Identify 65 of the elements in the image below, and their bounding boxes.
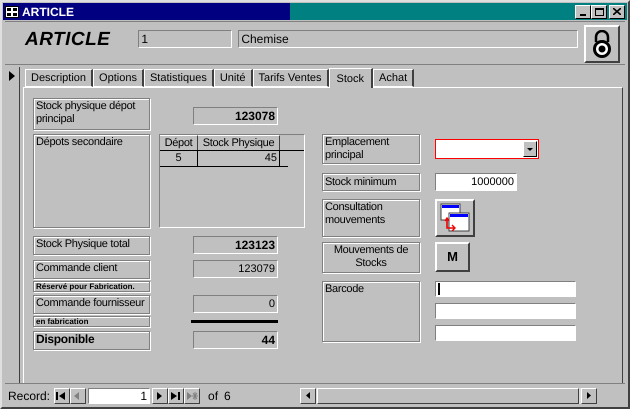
minimize-icon (580, 14, 586, 16)
form-heading: ARTICLE (25, 30, 110, 49)
stock-movements-button[interactable]: M (435, 242, 470, 272)
code-field[interactable]: 1 (138, 30, 232, 48)
name-field[interactable]: Chemise (238, 30, 578, 48)
current-record-icon (9, 71, 15, 81)
record-label: Record: (8, 388, 50, 404)
minimize-button[interactable] (575, 4, 591, 18)
last-record-icon (170, 390, 182, 400)
field-label: Commande fournisseur (33, 295, 150, 314)
value-field: 44 (193, 331, 278, 349)
first-record-button[interactable] (54, 388, 70, 404)
column-header: Dépot (160, 135, 198, 150)
close-icon (613, 8, 621, 15)
field-label: Dépots secondaire (33, 134, 150, 228)
window-title: ARTICLE (22, 6, 74, 18)
scroll-right-icon (586, 392, 591, 399)
value-field: 123079 (193, 260, 278, 278)
barcode-field[interactable] (435, 281, 576, 297)
barcode-field[interactable] (435, 325, 576, 341)
horizontal-scrollbar[interactable] (300, 388, 597, 404)
tab[interactable]: Statistiques (144, 69, 214, 87)
text-cursor (438, 283, 440, 295)
tab[interactable]: Achat (373, 69, 414, 87)
close-button[interactable] (609, 4, 625, 18)
table-cell: 45 (198, 151, 280, 166)
maximize-icon (594, 8, 604, 16)
table-cell: 5 (160, 151, 198, 166)
column-header: Stock Physique (198, 135, 280, 150)
dropdown-arrow-icon (527, 148, 533, 150)
scroll-left-icon (306, 392, 310, 399)
value-field: 0 (193, 295, 278, 313)
field-label: Stock minimum (322, 173, 420, 191)
form-icon (5, 6, 19, 18)
maximize-button[interactable] (591, 4, 607, 18)
record-count: 6 (224, 388, 231, 404)
value-field: 123078 (193, 107, 278, 125)
movements-button[interactable] (435, 199, 475, 237)
field-label: Consultation mouvements (322, 199, 420, 237)
input-field[interactable]: 1000000 (435, 173, 517, 191)
next-record-button[interactable] (152, 388, 168, 404)
last-record-button[interactable] (168, 388, 184, 404)
tab[interactable]: Options (93, 69, 144, 87)
note-label: Réservé pour Fabrication. (33, 281, 150, 292)
lock-button[interactable] (584, 25, 620, 63)
new-record-icon (186, 390, 198, 400)
tab[interactable]: Tarifs Ventes (252, 69, 328, 87)
field-label: Barcode (322, 281, 420, 342)
tab[interactable]: Description (25, 69, 94, 87)
record-of-label: of (208, 388, 218, 404)
location-dropdown[interactable] (435, 139, 539, 159)
field-label: Stock physique dépot principal (33, 98, 150, 130)
field-label: Disponible (33, 331, 150, 350)
field-label: Emplacement principal (322, 134, 420, 164)
tab[interactable]: Stock (328, 68, 374, 88)
field-label: Commande client (33, 260, 150, 279)
note-label: en fabrication (33, 316, 150, 327)
value-field: 123123 (193, 236, 278, 254)
tab[interactable]: Unité (214, 69, 253, 87)
record-number-field[interactable]: 1 (88, 388, 150, 404)
field-label: Mouvements de Stocks (322, 242, 420, 273)
windows-icon (440, 203, 470, 233)
barcode-field[interactable] (435, 303, 576, 319)
padlock-icon (591, 30, 614, 58)
field-label: Stock Physique total (33, 236, 150, 255)
